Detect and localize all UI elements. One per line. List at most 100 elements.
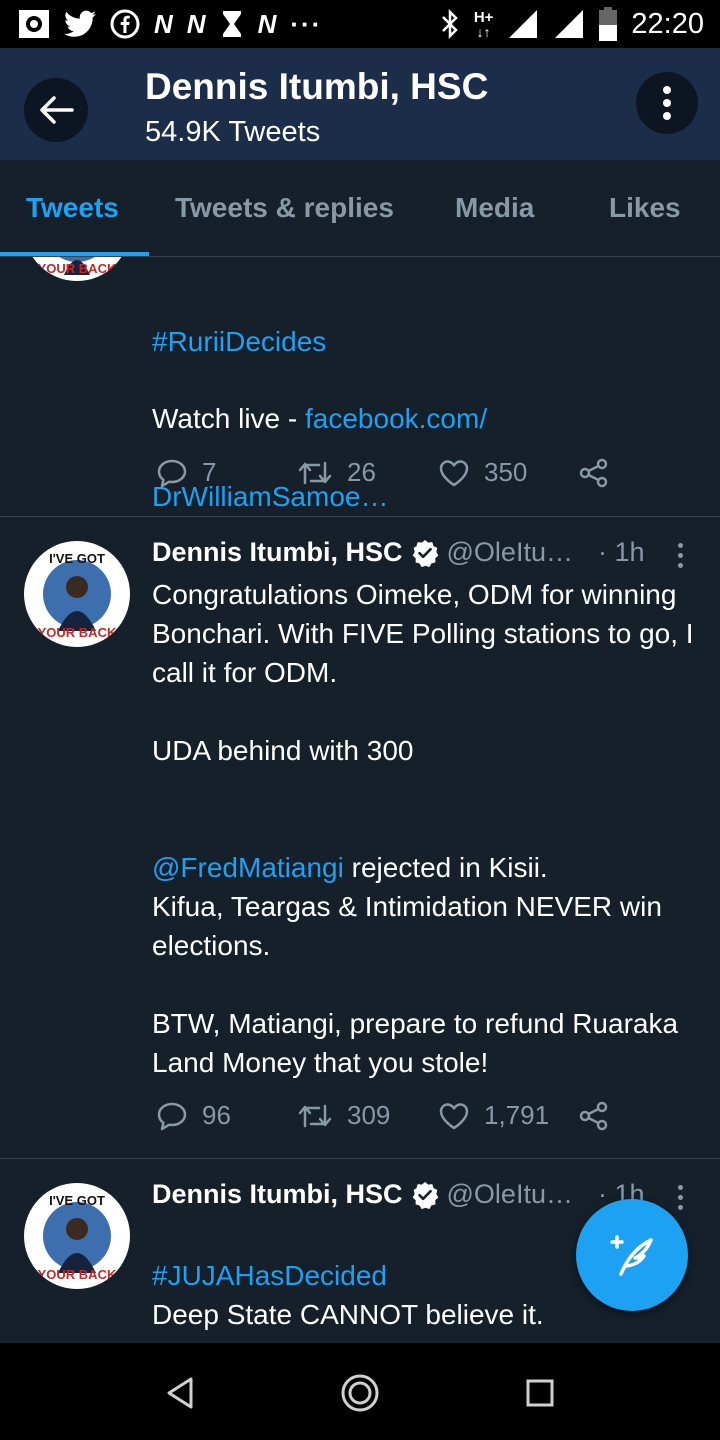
tweet-text: @FredMatiangi rejected in Kisii. xyxy=(152,809,697,887)
share-icon xyxy=(579,1101,608,1131)
compose-tweet-button[interactable] xyxy=(576,1199,688,1311)
author-handle[interactable]: @OleItu… xyxy=(447,1179,573,1210)
signal-icon xyxy=(555,10,584,38)
avatar-text-bottom: YOUR BACK xyxy=(38,625,117,640)
nation-n-icon: N xyxy=(186,9,206,39)
avatar-text-top: I'VE GOT xyxy=(49,551,105,566)
profile-header: Dennis Itumbi, HSC 54.9K Tweets xyxy=(0,48,720,160)
tweet-actions: 96 309 1,791 xyxy=(152,1100,632,1140)
tweet-text-span: rejected in Kisii. xyxy=(343,852,548,883)
verified-badge-icon xyxy=(412,539,438,567)
nav-home-button[interactable] xyxy=(338,1371,382,1415)
avatar-image: I'VE GOT YOUR BACK xyxy=(25,542,129,646)
reply-count: 96 xyxy=(202,1100,231,1130)
reply-button[interactable]: 7 xyxy=(156,457,216,488)
bluetooth-icon xyxy=(441,9,458,39)
square-recents-icon xyxy=(526,1379,554,1407)
avatar-image: I'VE GOT YOUR BACK xyxy=(25,1184,129,1288)
avatar-image: YOUR BACK xyxy=(33,257,121,280)
page-title: Dennis Itumbi, HSC xyxy=(145,66,489,107)
hourglass-app-icon xyxy=(222,11,241,37)
arrow-left-icon xyxy=(40,96,74,124)
retweet-button[interactable]: 309 xyxy=(297,1100,390,1131)
retweet-button[interactable]: 26 xyxy=(297,457,376,488)
status-right-icons: H+ ↓↑ 22:20 xyxy=(440,7,704,41)
notification-app-icon xyxy=(19,10,49,38)
like-button[interactable]: 1,791 xyxy=(438,1100,549,1131)
reply-icon xyxy=(157,1102,187,1130)
retweet-icon xyxy=(298,1104,332,1127)
retweet-count: 309 xyxy=(347,1100,391,1130)
avatar-text-top: I'VE GOT xyxy=(49,1193,105,1208)
author-handle[interactable]: @OleItu… xyxy=(447,537,573,568)
tab-likes[interactable]: Likes xyxy=(609,160,681,256)
status-time: 22:20 xyxy=(631,7,704,40)
mention-link[interactable]: @FredMatiangi xyxy=(152,852,344,883)
author-name[interactable]: Dennis Itumbi, HSC xyxy=(152,537,403,568)
like-count: 350 xyxy=(484,457,528,487)
tweet-menu-button[interactable] xyxy=(668,543,692,568)
facebook-link[interactable]: facebook.com/ xyxy=(305,403,487,434)
nation-n-icon: N xyxy=(154,9,173,39)
tweet-text: #RuriiDecides xyxy=(152,283,697,361)
hplus-data-icon: H+ ↓↑ xyxy=(473,8,494,40)
like-count: 1,791 xyxy=(484,1100,550,1130)
reply-icon xyxy=(157,459,187,487)
tweet-header: Dennis Itumbi, HSC @OleItu… xyxy=(152,537,573,568)
tab-media[interactable]: Media xyxy=(455,160,534,256)
tweet-item[interactable]: YOUR BACK #RuriiDecides Watch live - fac… xyxy=(0,257,720,517)
avatar[interactable]: YOUR BACK xyxy=(24,257,130,281)
retweet-count: 26 xyxy=(347,457,376,487)
avatar-text-bottom: YOUR BACK xyxy=(38,1267,117,1282)
tweet-header: Dennis Itumbi, HSC @OleItu… xyxy=(152,1179,573,1210)
avatar-text-bottom: YOUR BACK xyxy=(38,261,117,276)
verified-badge-icon xyxy=(412,1181,438,1209)
tweet-text: Kifua, Teargas & Intimidation NEVER win … xyxy=(152,891,662,961)
tab-tweets[interactable]: Tweets xyxy=(26,160,119,256)
tweet-text: UDA behind with 300 xyxy=(152,735,414,766)
tweet-text: Congratulations Oimeke, ODM for winning … xyxy=(152,579,694,688)
avatar[interactable]: I'VE GOT YOUR BACK xyxy=(24,1183,130,1289)
nav-recents-button[interactable] xyxy=(518,1371,562,1415)
share-button[interactable] xyxy=(578,1100,610,1132)
more-options-button[interactable] xyxy=(636,72,698,134)
facebook-icon xyxy=(110,9,140,39)
hashtag-link[interactable]: #RuriiDecides xyxy=(152,326,326,357)
active-tab-indicator xyxy=(0,252,149,256)
watch-live-prefix: Watch live - xyxy=(152,403,305,434)
more-vertical-icon xyxy=(663,86,671,120)
retweet-icon xyxy=(298,461,332,484)
like-button[interactable]: 350 xyxy=(438,457,527,488)
battery-icon xyxy=(599,7,618,41)
tweet-actions: 7 26 350 xyxy=(152,457,632,497)
profile-tabs: Tweets Tweets & replies Media Likes xyxy=(0,160,720,257)
triangle-back-icon xyxy=(167,1377,193,1409)
back-button[interactable] xyxy=(24,78,88,142)
status-bar: N N N ··· H+ ↓↑ 22:20 xyxy=(0,0,720,48)
author-name[interactable]: Dennis Itumbi, HSC xyxy=(152,1179,403,1210)
avatar[interactable]: I'VE GOT YOUR BACK xyxy=(24,541,130,647)
tweet-menu-button[interactable] xyxy=(668,1185,692,1210)
heart-icon xyxy=(439,1102,469,1129)
heart-icon xyxy=(439,459,469,486)
signal-icon xyxy=(509,10,538,38)
tweet-feed[interactable]: YOUR BACK #RuriiDecides Watch live - fac… xyxy=(0,257,720,1343)
nation-n-icon: N xyxy=(257,9,277,39)
more-dots-icon: ··· xyxy=(290,9,323,39)
status-left-icons: N N N ··· xyxy=(18,9,322,39)
nav-back-button[interactable] xyxy=(158,1371,202,1415)
tab-tweets-replies[interactable]: Tweets & replies xyxy=(175,160,394,256)
hashtag-link[interactable]: #JUJAHasDecided xyxy=(152,1260,387,1291)
tweet-item[interactable]: I'VE GOT YOUR BACK Dennis Itumbi, HSC @O… xyxy=(0,517,720,1159)
reply-count: 7 xyxy=(202,457,217,487)
android-nav-bar xyxy=(0,1343,720,1440)
share-icon xyxy=(579,458,608,488)
circle-home-icon xyxy=(341,1374,379,1412)
reply-button[interactable]: 96 xyxy=(156,1100,231,1131)
twitter-icon xyxy=(64,10,96,37)
tweet-text: BTW, Matiangi, prepare to refund Ruaraka… xyxy=(152,1008,679,1078)
network-label: H+ xyxy=(473,8,494,26)
tweet-time: · 1h xyxy=(598,537,645,567)
compose-feather-icon xyxy=(610,1235,653,1276)
share-button[interactable] xyxy=(578,457,610,489)
